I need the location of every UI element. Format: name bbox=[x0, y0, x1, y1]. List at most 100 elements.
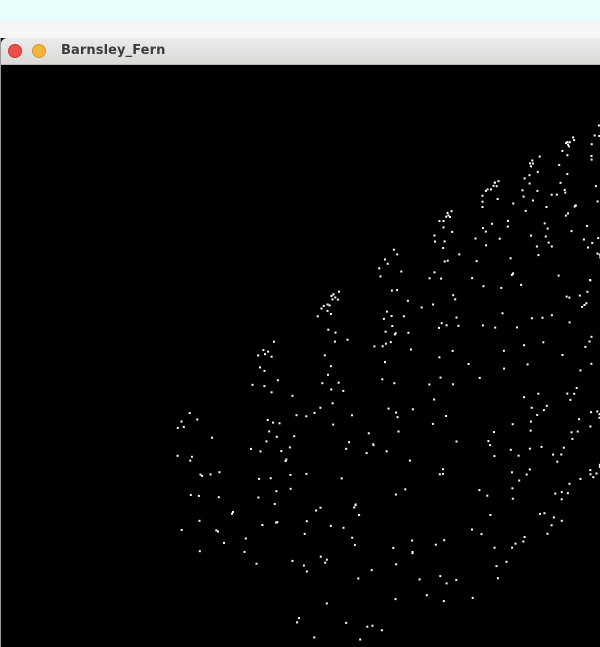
fern-point bbox=[569, 398, 572, 401]
fern-point bbox=[540, 445, 543, 448]
fern-point bbox=[442, 468, 444, 471]
fern-point bbox=[591, 241, 594, 244]
fern-point bbox=[336, 298, 339, 301]
fern-point bbox=[209, 473, 212, 476]
fern-point bbox=[365, 452, 368, 455]
fern-point bbox=[516, 326, 518, 329]
fern-point bbox=[484, 230, 487, 233]
fern-point bbox=[471, 277, 474, 280]
fern-point bbox=[509, 448, 512, 451]
fern-point bbox=[531, 199, 534, 202]
fern-point bbox=[455, 316, 458, 319]
fern-point bbox=[268, 430, 271, 433]
fern-point bbox=[596, 410, 599, 413]
fern-point bbox=[567, 145, 570, 148]
fern-point bbox=[589, 425, 592, 428]
fern-point bbox=[189, 459, 192, 462]
fern-point bbox=[478, 489, 481, 492]
fern-point bbox=[331, 298, 334, 301]
fern-point bbox=[381, 378, 384, 381]
fern-point bbox=[511, 487, 514, 490]
fern-point bbox=[495, 565, 498, 568]
fern-point bbox=[441, 472, 444, 475]
minimize-icon[interactable] bbox=[32, 44, 46, 58]
fern-point bbox=[410, 348, 412, 351]
fern-point bbox=[545, 404, 548, 407]
fern-point bbox=[445, 415, 448, 417]
fern-point bbox=[329, 524, 332, 527]
fern-point bbox=[590, 362, 593, 365]
fern-point bbox=[566, 392, 569, 395]
fern-point bbox=[337, 381, 340, 384]
fern-point bbox=[402, 315, 405, 318]
fern-point bbox=[529, 420, 532, 423]
fern-point bbox=[442, 226, 445, 229]
fern-point bbox=[439, 575, 442, 578]
fern-point bbox=[538, 512, 541, 515]
fern-point bbox=[567, 143, 569, 146]
fern-point bbox=[525, 473, 528, 476]
fern-point bbox=[442, 600, 445, 603]
fern-point bbox=[319, 506, 322, 509]
fern-point bbox=[578, 418, 581, 421]
fern-point bbox=[262, 349, 265, 352]
fern-point bbox=[257, 496, 260, 499]
fern-point bbox=[384, 258, 386, 261]
fern-point bbox=[384, 342, 387, 345]
fern-point bbox=[390, 289, 393, 292]
fern-point bbox=[529, 429, 532, 432]
fern-point bbox=[446, 259, 449, 262]
title-bar[interactable]: Barnsley_Fern bbox=[1, 38, 600, 65]
fern-point bbox=[391, 325, 394, 327]
fern-point bbox=[354, 503, 357, 506]
fern-point bbox=[394, 598, 397, 601]
fern-point bbox=[334, 296, 337, 299]
fern-point bbox=[584, 345, 587, 348]
fern-point bbox=[514, 542, 517, 545]
fern-point bbox=[223, 541, 225, 544]
fern-point bbox=[568, 482, 571, 485]
fern-point bbox=[511, 497, 514, 500]
fern-point bbox=[438, 356, 441, 359]
fern-point bbox=[564, 214, 567, 217]
window-title: Barnsley_Fern bbox=[61, 43, 166, 58]
fern-point bbox=[189, 494, 192, 496]
fern-point bbox=[581, 305, 584, 308]
fern-point bbox=[407, 331, 410, 334]
fern-point bbox=[197, 494, 200, 497]
fern-point bbox=[425, 594, 428, 597]
fern-point bbox=[345, 621, 348, 624]
fern-point bbox=[526, 363, 529, 366]
fern-point bbox=[572, 136, 575, 139]
fern-point bbox=[560, 453, 563, 456]
fern-point bbox=[521, 189, 524, 192]
fern-point bbox=[597, 237, 600, 240]
fern-point bbox=[438, 326, 440, 329]
fern-point bbox=[313, 411, 316, 414]
desktop-background bbox=[0, 0, 600, 20]
fern-point bbox=[536, 170, 539, 173]
fern-point bbox=[552, 516, 555, 519]
fern-point bbox=[590, 143, 593, 146]
fern-point bbox=[353, 506, 356, 509]
fern-point bbox=[434, 240, 436, 243]
fern-point bbox=[555, 193, 558, 196]
fern-point bbox=[330, 313, 332, 315]
fern-point bbox=[190, 455, 193, 458]
fern-point bbox=[196, 418, 199, 421]
fern-point bbox=[474, 237, 477, 240]
fern-point bbox=[296, 621, 299, 624]
fern-point bbox=[380, 629, 383, 632]
fern-point bbox=[492, 184, 495, 187]
fern-point bbox=[489, 514, 492, 516]
fern-point bbox=[289, 473, 292, 476]
fern-point bbox=[264, 353, 266, 356]
fern-point bbox=[342, 526, 345, 529]
fern-point bbox=[440, 322, 443, 325]
close-icon[interactable] bbox=[8, 44, 22, 58]
fern-point bbox=[291, 394, 294, 397]
fern-point bbox=[265, 440, 268, 443]
fern-point bbox=[522, 195, 525, 198]
fern-point bbox=[568, 296, 571, 299]
fern-point bbox=[201, 474, 204, 477]
